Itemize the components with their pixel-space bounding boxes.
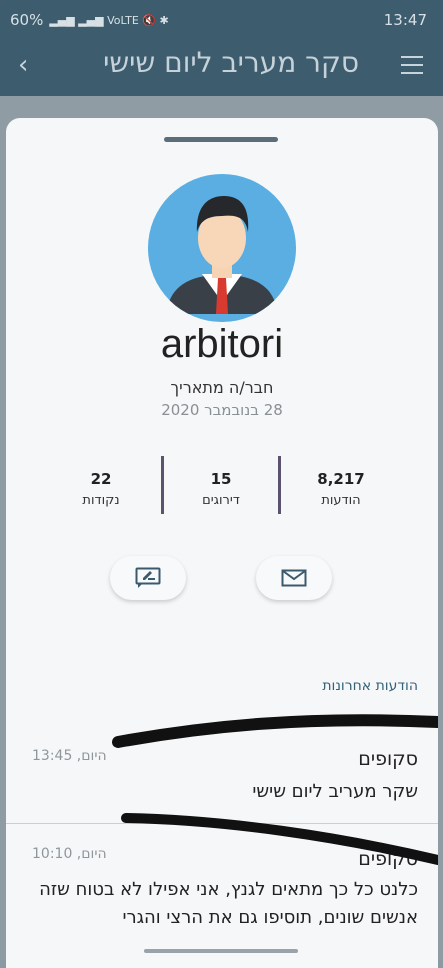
stat-label: נקודות bbox=[82, 493, 120, 508]
send-message-button[interactable] bbox=[256, 556, 332, 600]
post-text: שקר מעריב ליום שישי bbox=[252, 781, 418, 802]
stat-value: 22 bbox=[90, 470, 112, 488]
post-author: סקופים bbox=[358, 848, 418, 870]
recent-posts-heading[interactable]: הודעות אחרונות bbox=[322, 678, 418, 694]
status-left: 60% ▂▄▆ ▂▄▆ VoLTE 🔇 ✱ bbox=[10, 11, 169, 29]
list-divider bbox=[6, 823, 438, 824]
sheet-drag-handle[interactable] bbox=[164, 137, 278, 142]
status-bar: 60% ▂▄▆ ▂▄▆ VoLTE 🔇 ✱ 13:47 bbox=[0, 0, 443, 40]
back-chevron-icon[interactable]: ‹ bbox=[18, 50, 28, 80]
person-avatar-icon bbox=[166, 196, 278, 314]
avatar bbox=[148, 174, 296, 322]
page-title: סקר מעריב ליום שישי bbox=[103, 46, 359, 79]
stat-label: הודעות bbox=[321, 493, 361, 508]
signal-icon: ▂▄▆ ▂▄▆ VoLTE 🔇 ✱ bbox=[49, 13, 169, 27]
profile-sheet: arbitori חבר/ה מתאריך 28 בנובמבר 2020 8,… bbox=[6, 118, 438, 968]
stat-value: 15 bbox=[210, 470, 232, 488]
username: arbitori bbox=[160, 322, 284, 366]
stat-value: 8,217 bbox=[317, 470, 365, 488]
stat-posts: 8,217 הודעות bbox=[296, 470, 386, 508]
post-time: היום, 10:10 bbox=[32, 846, 107, 862]
stat-divider bbox=[161, 456, 164, 514]
battery-level: 60% bbox=[10, 11, 44, 29]
stat-label: דירוגים bbox=[202, 493, 240, 508]
post-time: היום, 13:45 bbox=[32, 748, 107, 764]
clock: 13:47 bbox=[383, 11, 427, 29]
hamburger-menu-icon[interactable] bbox=[401, 56, 423, 80]
post-author: סקופים bbox=[358, 748, 418, 770]
app-bar: ‹ סקר מעריב ליום שישי bbox=[0, 40, 443, 96]
post-text: כלנט כל כך מתאים לגנץ, אני אפילו לא בטוח… bbox=[39, 879, 418, 928]
envelope-icon bbox=[281, 569, 307, 587]
edit-profile-button[interactable] bbox=[110, 556, 186, 600]
stat-divider bbox=[278, 456, 281, 514]
joined-date: 28 בנובמבר 2020 bbox=[161, 401, 283, 419]
home-indicator bbox=[144, 949, 298, 953]
member-since-label: חבר/ה מתאריך bbox=[170, 378, 274, 397]
stat-points: 22 נקודות bbox=[56, 470, 146, 508]
edit-profile-icon bbox=[135, 567, 161, 588]
stat-ratings: 15 דירוגים bbox=[176, 470, 266, 508]
